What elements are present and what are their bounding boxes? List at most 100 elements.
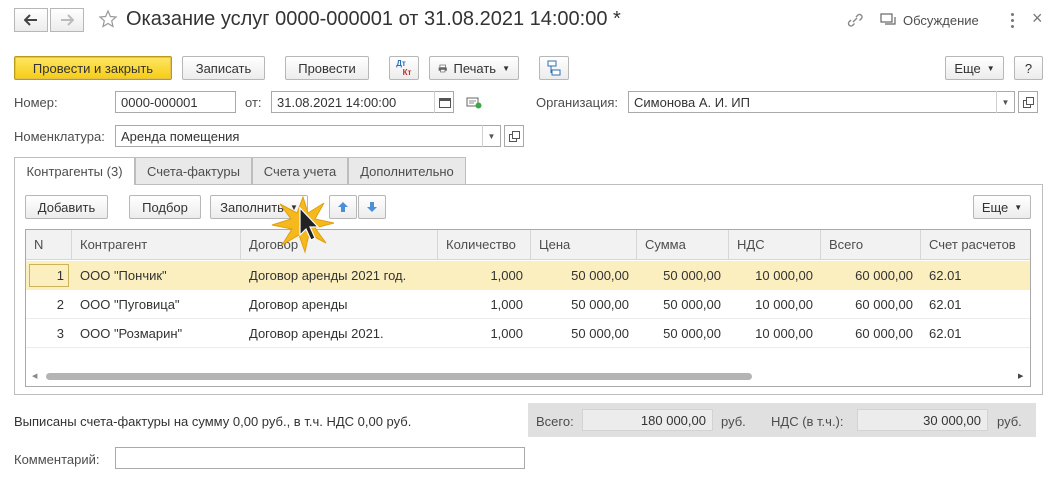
contractors-table[interactable]: N Контрагент Договор Количество Цена Сум… — [25, 229, 1031, 387]
column-header-account[interactable]: Счет расчетов — [921, 230, 1030, 260]
open-window-icon — [508, 130, 520, 142]
cell-total: 60 000,00 — [855, 297, 913, 312]
column-header-total[interactable]: Всего — [821, 230, 921, 260]
total-label: Всего: — [536, 414, 574, 429]
column-header-sum[interactable]: Сумма — [637, 230, 729, 260]
tab-contractors[interactable]: Контрагенты (3) — [14, 157, 135, 185]
cell-total: 60 000,00 — [855, 268, 913, 283]
table-row[interactable]: 2 ООО "Пуговица" Договор аренды 1,000 50… — [26, 290, 1030, 319]
table-row[interactable]: 3 ООО "Розмарин" Договор аренды 2021. 1,… — [26, 319, 1030, 348]
favorite-star-icon[interactable] — [98, 9, 118, 32]
vat-label: НДС (в т.ч.): — [771, 414, 844, 429]
column-header-vat[interactable]: НДС — [729, 230, 821, 260]
cell-sum: 50 000,00 — [663, 268, 721, 283]
date-field[interactable]: 31.08.2021 14:00:00 — [271, 91, 454, 113]
invoices-summary-text: Выписаны счета-фактуры на сумму 0,00 руб… — [14, 414, 412, 429]
print-label: Печать — [453, 60, 497, 76]
column-header-n[interactable]: N — [26, 230, 72, 260]
cell-quantity: 1,000 — [490, 326, 523, 341]
post-button[interactable]: Провести — [285, 56, 369, 80]
arrow-left-icon — [24, 14, 37, 26]
close-icon[interactable]: × — [1032, 8, 1043, 29]
dt-kt-button[interactable]: Дт Кт — [389, 56, 419, 80]
tab-accounts[interactable]: Счета учета — [252, 157, 348, 184]
dt-label: Дт — [396, 59, 406, 68]
nomenclature-field[interactable]: Аренда помещения — [115, 125, 501, 147]
add-button[interactable]: Добавить — [25, 195, 108, 219]
forward-button[interactable] — [50, 8, 84, 32]
nomenclature-open-button[interactable] — [504, 125, 524, 147]
scroll-right-icon[interactable]: ▶ — [1018, 372, 1023, 380]
arrow-right-icon — [61, 14, 74, 26]
organization-label: Организация: — [536, 95, 619, 110]
cell-contract: Договор аренды 2021 год. — [249, 268, 407, 283]
back-button[interactable] — [14, 8, 48, 32]
discussion-icon — [880, 12, 898, 31]
column-header-contractor[interactable]: Контрагент — [72, 230, 241, 260]
cell-account: 62.01 — [929, 326, 962, 341]
help-button[interactable]: ? — [1014, 56, 1043, 80]
cell-n: 2 — [56, 297, 64, 312]
table-more-label: Еще — [981, 199, 1009, 215]
cell-contract: Договор аренды — [249, 297, 348, 312]
organization-field[interactable]: Симонова А. И. ИП — [628, 91, 1015, 113]
number-field[interactable]: 0000-000001 — [115, 91, 236, 113]
cell-sum: 50 000,00 — [663, 326, 721, 341]
discussion-link[interactable]: Обсуждение — [903, 13, 979, 28]
more-button[interactable]: Еще ▼ — [945, 56, 1004, 80]
chevron-down-icon: ▼ — [1001, 97, 1010, 107]
cell-price: 50 000,00 — [571, 268, 629, 283]
cursor-highlight — [268, 195, 338, 258]
chevron-down-icon: ▼ — [1014, 202, 1023, 212]
cell-price: 50 000,00 — [571, 297, 629, 312]
post-and-close-button[interactable]: Провести и закрыть — [14, 56, 172, 80]
horizontal-scrollbar[interactable]: ◀ ▶ — [26, 369, 1030, 385]
tab-invoices[interactable]: Счета-фактуры — [135, 157, 252, 184]
cell-vat: 10 000,00 — [755, 326, 813, 341]
cell-sum: 50 000,00 — [663, 297, 721, 312]
vat-value: 30 000,00 — [857, 409, 988, 431]
pick-button[interactable]: Подбор — [129, 195, 201, 219]
cell-vat: 10 000,00 — [755, 297, 813, 312]
more-menu-icon[interactable] — [1004, 10, 1020, 30]
more-label: Еще — [954, 60, 981, 76]
total-currency: руб. — [721, 414, 746, 429]
arrow-down-icon — [367, 202, 377, 212]
scrollbar-thumb[interactable] — [46, 373, 752, 380]
calendar-button[interactable] — [434, 91, 454, 113]
structure-button[interactable] — [539, 56, 569, 80]
link-icon[interactable] — [846, 12, 864, 31]
organization-dropdown[interactable]: ▼ — [996, 91, 1014, 113]
date-status-icon[interactable] — [466, 95, 482, 112]
nomenclature-dropdown[interactable]: ▼ — [482, 125, 500, 147]
table-header: N Контрагент Договор Количество Цена Сум… — [26, 230, 1030, 260]
arrow-up-icon — [338, 202, 348, 212]
page-title: Оказание услуг 0000-000001 от 31.08.2021… — [126, 8, 621, 30]
column-header-quantity[interactable]: Количество — [438, 230, 531, 260]
cell-contractor: ООО "Пончик" — [80, 268, 167, 283]
printer-icon — [438, 64, 447, 72]
move-down-button[interactable] — [358, 195, 386, 219]
print-button[interactable]: Печать ▼ — [429, 56, 519, 80]
chevron-down-icon: ▼ — [986, 63, 995, 73]
column-header-price[interactable]: Цена — [531, 230, 637, 260]
comment-field[interactable] — [115, 447, 525, 469]
calendar-icon — [438, 97, 451, 108]
cell-quantity: 1,000 — [490, 268, 523, 283]
table-more-button[interactable]: Еще ▼ — [973, 195, 1031, 219]
cell-vat: 10 000,00 — [755, 268, 813, 283]
cell-quantity: 1,000 — [490, 297, 523, 312]
nomenclature-label: Номенклатура: — [14, 129, 105, 144]
date-label: от: — [245, 95, 262, 110]
organization-open-button[interactable] — [1018, 91, 1038, 113]
total-value: 180 000,00 — [582, 409, 713, 431]
table-row[interactable]: 1 ООО "Пончик" Договор аренды 2021 год. … — [26, 261, 1030, 290]
cell-contract: Договор аренды 2021. — [249, 326, 384, 341]
cell-n: 3 — [56, 326, 64, 341]
scroll-left-icon[interactable]: ◀ — [32, 372, 37, 380]
number-label: Номер: — [14, 95, 58, 110]
vat-currency: руб. — [997, 414, 1022, 429]
tab-additional[interactable]: Дополнительно — [348, 157, 466, 184]
save-button[interactable]: Записать — [182, 56, 265, 80]
cell-account: 62.01 — [929, 268, 962, 283]
